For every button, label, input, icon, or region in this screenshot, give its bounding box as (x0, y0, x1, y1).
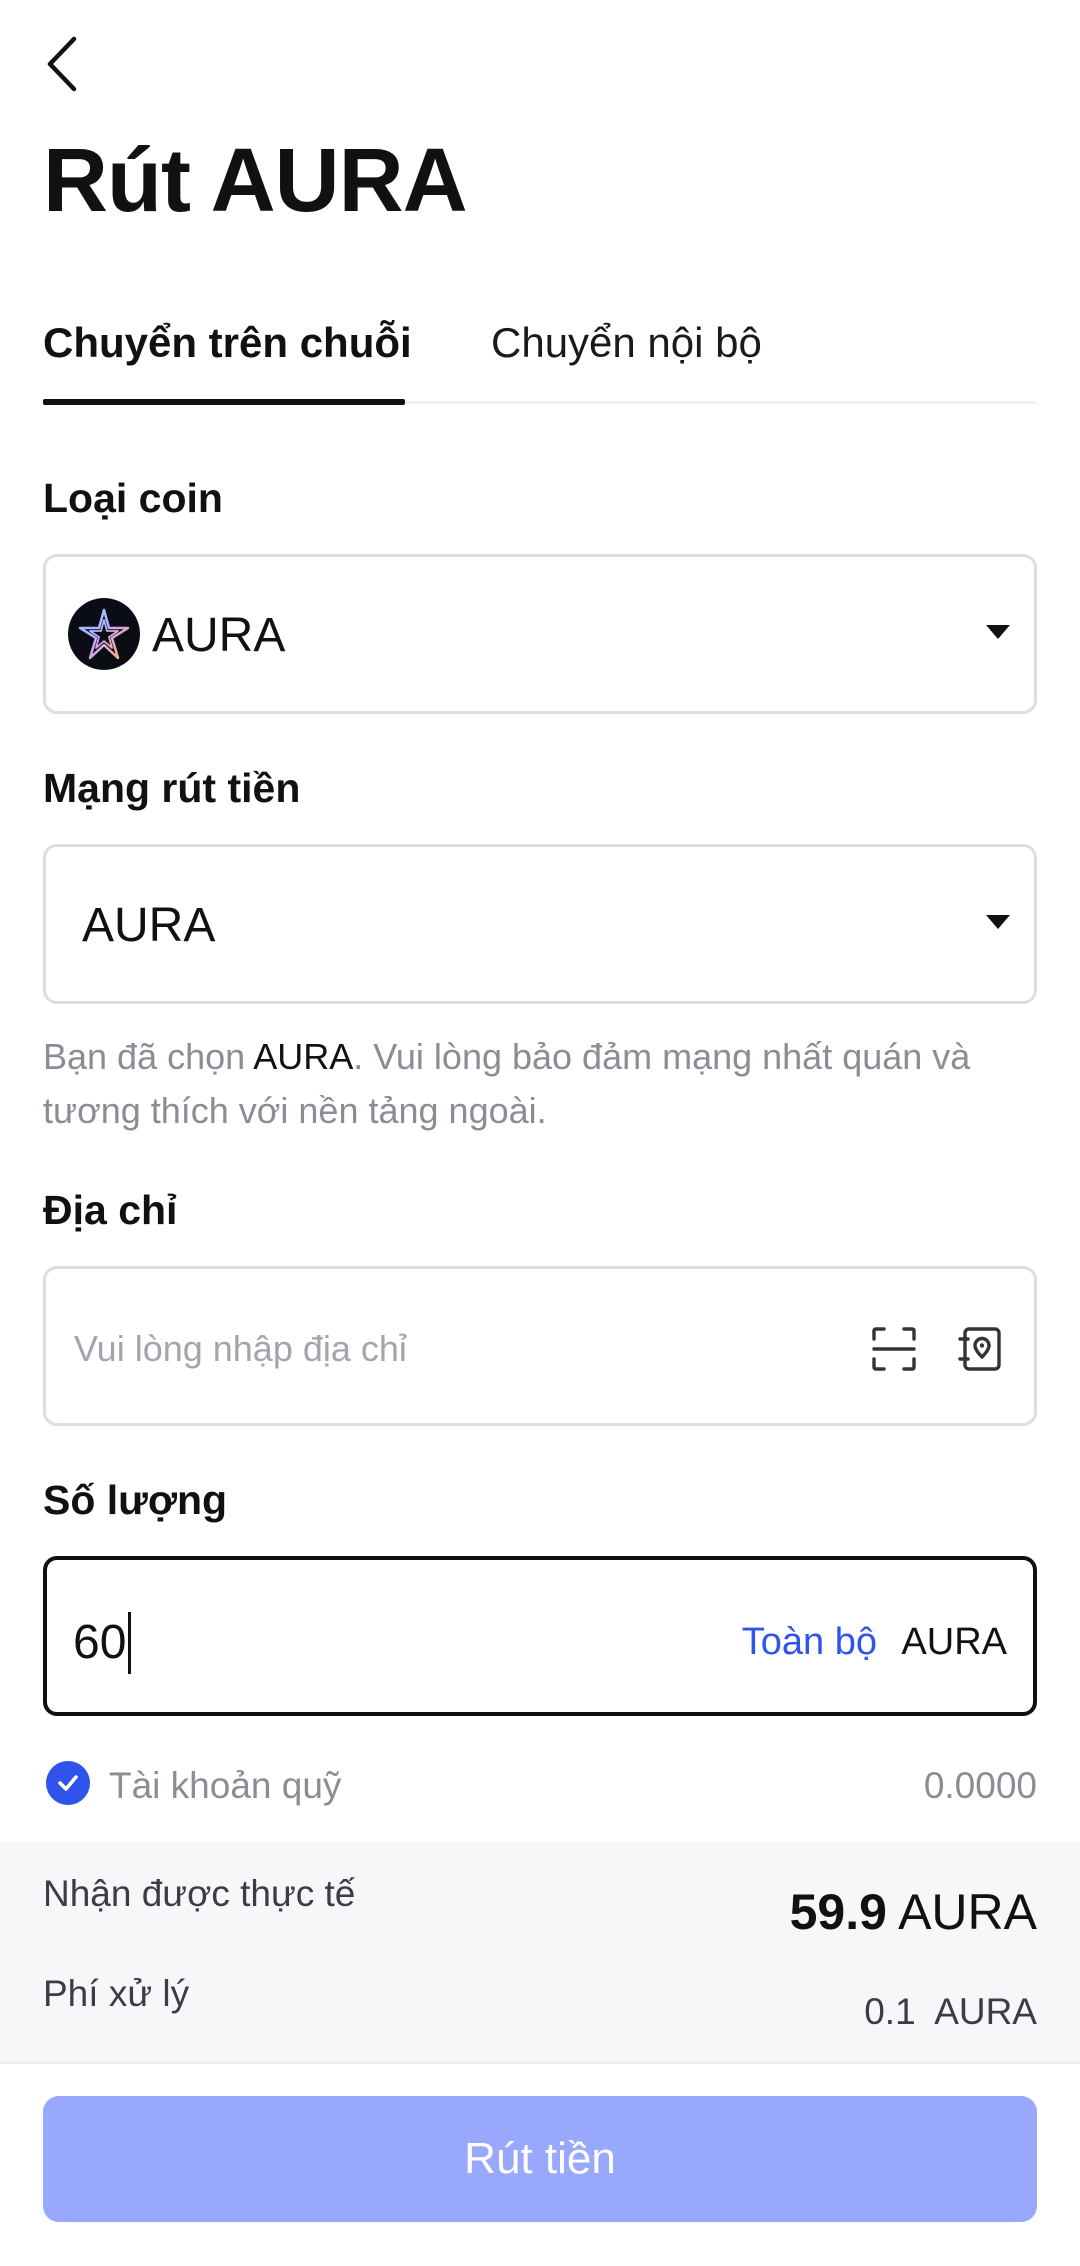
active-tab-indicator (43, 399, 405, 405)
chevron-left-icon (47, 36, 77, 92)
tab-on-chain[interactable]: Chuyển trên chuỗi (43, 318, 412, 368)
aura-coin-logo-icon (68, 598, 140, 670)
amount-input[interactable]: 60 Toàn bộ AURA (43, 1556, 1037, 1716)
network-select-value: AURA (82, 899, 216, 952)
network-select[interactable]: AURA (43, 844, 1037, 1004)
coin-select[interactable]: AURA (43, 554, 1037, 714)
checkmark-icon (58, 1775, 78, 1791)
network-label: Mạng rút tiền (43, 765, 301, 811)
amount-value-text: 60 (73, 1616, 127, 1670)
received-unit: AURA (898, 1884, 1037, 1940)
fund-account-row: Tài khoản quỹ 0.0000 (43, 1756, 1037, 1812)
withdraw-summary: Nhận được thực tế 59.9 AURA Phí xử lý 0.… (0, 1842, 1080, 2062)
page-title: Rút AURA (43, 131, 468, 231)
amount-input-value[interactable]: 60 (73, 1612, 132, 1674)
back-button[interactable] (40, 34, 84, 94)
fee-label: Phí xử lý (43, 1973, 190, 2014)
received-amount: 59.9 (789, 1884, 887, 1940)
network-note: Bạn đã chọn AURA. Vui lòng bảo đảm mạng … (43, 1030, 1033, 1138)
coin-type-label: Loại coin (43, 475, 223, 521)
dropdown-caret-icon (986, 625, 1010, 639)
fee-amount: 0.1 (864, 1991, 916, 2032)
fund-account-balance: 0.0000 (923, 1765, 1037, 1806)
tab-internal-transfer[interactable]: Chuyển nội bộ (491, 318, 762, 368)
tab-bar: Chuyển trên chuỗi Chuyển nội bộ (43, 306, 1037, 405)
amount-unit: AURA (901, 1621, 1007, 1663)
bottom-action-bar: Rút tiền (0, 2062, 1080, 2266)
dropdown-caret-icon (986, 915, 1010, 929)
network-note-highlight: AURA (253, 1036, 354, 1077)
received-value: 59.9 AURA (790, 1882, 1037, 1942)
address-input-placeholder[interactable]: Vui lòng nhập địa chỉ (74, 1327, 407, 1370)
amount-label: Số lượng (43, 1477, 228, 1523)
coin-select-value: AURA (152, 609, 286, 662)
withdraw-button[interactable]: Rút tiền (43, 2096, 1037, 2222)
fund-account-label: Tài khoản quỹ (109, 1765, 342, 1806)
address-field[interactable]: Vui lòng nhập địa chỉ (43, 1266, 1037, 1426)
address-book-icon[interactable] (952, 1321, 1008, 1377)
max-amount-button[interactable]: Toàn bộ (742, 1620, 877, 1666)
fee-value: 0.1 AURA (864, 1990, 1037, 2034)
fund-account-checkbox[interactable] (46, 1761, 90, 1805)
scan-icon[interactable] (866, 1321, 922, 1377)
network-note-prefix: Bạn đã chọn (43, 1036, 254, 1077)
received-label: Nhận được thực tế (43, 1873, 356, 1914)
fee-unit: AURA (934, 1991, 1037, 2032)
text-cursor (128, 1612, 132, 1674)
address-label: Địa chỉ (43, 1187, 178, 1233)
